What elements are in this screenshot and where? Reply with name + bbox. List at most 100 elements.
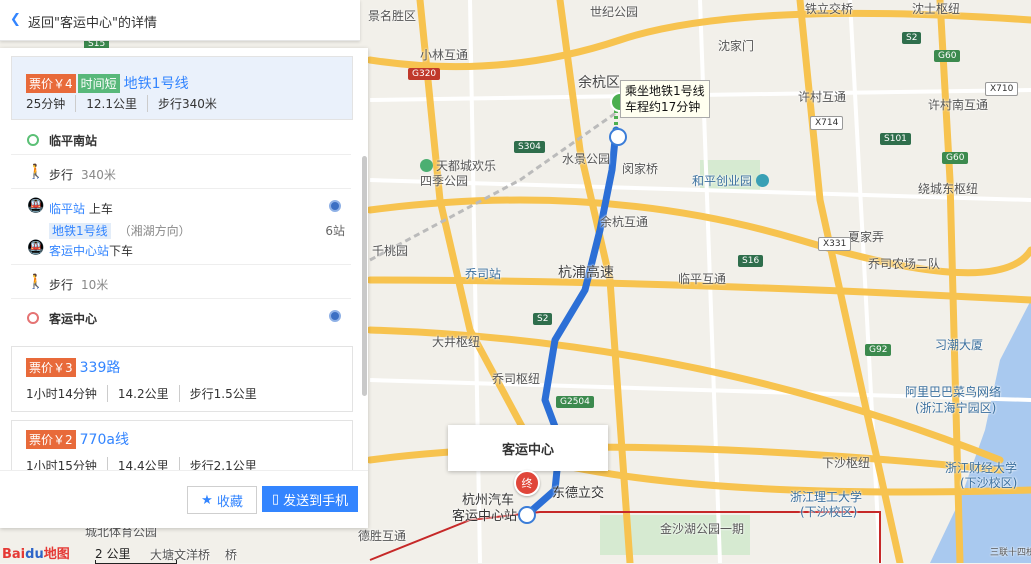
map-label: 东德立交: [552, 486, 605, 501]
destination-dot-icon: [27, 312, 39, 324]
map-label: 绕城东枢纽: [918, 182, 979, 196]
send-to-phone-button[interactable]: ▯ 发送到手机: [262, 486, 358, 512]
line-info: 地铁1号线 （湘湖方向）: [49, 222, 191, 239]
map-label-text: 和平创业园: [692, 174, 753, 188]
back-link[interactable]: 返回"客运中心"的详情: [28, 12, 157, 31]
origin-label: 临平南站: [49, 134, 98, 148]
road-shield: S101: [880, 133, 911, 145]
map-label: 金沙湖公园一期: [660, 522, 745, 536]
walk-label: 步行: [49, 168, 74, 182]
favorite-button[interactable]: ★ 收藏: [187, 486, 257, 514]
building-icon: [755, 174, 769, 187]
road-shield: G60: [942, 152, 969, 164]
map-label: 客运中心站: [452, 509, 518, 524]
scale-bar: [95, 560, 177, 564]
road-shield: S2: [902, 32, 922, 44]
map-scale: 2 公里: [95, 547, 131, 561]
metro-icon: 🚇: [27, 198, 45, 214]
map-label: 习潮大厦: [935, 338, 984, 352]
route-steps: 临平南站 🚶 步行 340米 🚇 临平站 上车 地铁1号线 （湘湖方向） 6站 🚇 …: [11, 120, 351, 340]
callout-line: 乘坐地铁1号线: [625, 84, 705, 98]
route-name[interactable]: 339路: [80, 357, 121, 377]
road-shield: S304: [514, 141, 545, 153]
route-header: 票价￥2 770a线: [26, 429, 129, 449]
location-pin-icon[interactable]: [329, 200, 341, 212]
alight-station[interactable]: 客运中心站: [49, 244, 109, 258]
map-label: 杭浦高速: [558, 265, 614, 281]
road-shield: G92: [865, 344, 892, 356]
map-label: 和平创业园: [692, 172, 772, 189]
road-shield: G60: [934, 50, 961, 62]
stop-count: 6站: [325, 224, 345, 238]
baidu-map-logo[interactable]: Baidu地图: [2, 543, 70, 562]
logo-text: 地图: [43, 547, 70, 562]
route-summary: 1小时14分钟 14.2公里 步行1.5公里: [26, 385, 267, 402]
map-label: 临平互通: [678, 272, 727, 286]
map-label: 四季公园: [420, 174, 469, 188]
destination-label: 客运中心: [49, 312, 98, 326]
end-marker[interactable]: 终: [514, 470, 540, 496]
map-label: 闵家桥: [622, 162, 659, 176]
divider: [11, 154, 351, 155]
metro-icon: 🚇: [27, 240, 45, 256]
route-option-1[interactable]: 票价￥4 时间短 地铁1号线 25分钟 12.1公里 步行340米: [11, 56, 353, 120]
origin-dot-icon: [27, 134, 39, 146]
map-label: (浙江海宁园区): [915, 401, 997, 415]
route-option-2[interactable]: 票价￥3 339路 1小时14分钟 14.2公里 步行1.5公里: [11, 346, 353, 412]
road-shield: S16: [738, 255, 764, 267]
map-label: 世纪公园: [590, 5, 639, 19]
price-tag: 票价￥2: [26, 429, 76, 449]
back-bar[interactable]: ❮ 返回"客运中心"的详情: [0, 0, 360, 41]
board-station[interactable]: 临平站: [49, 202, 85, 216]
map-label: 德胜互通: [358, 529, 407, 543]
map-label: 景名胜区: [368, 9, 417, 23]
route-header: 票价￥4 时间短 地铁1号线: [26, 73, 189, 93]
route-name[interactable]: 地铁1号线: [124, 73, 189, 93]
road-shield: X710: [985, 82, 1019, 96]
divider: [11, 264, 351, 265]
map-label: 大井枢纽: [432, 335, 481, 349]
walk-step: 步行 10米: [49, 276, 108, 293]
road-shield: G320: [408, 68, 441, 80]
phone-icon: ▯: [271, 491, 280, 507]
map-label: 阿里巴巴菜鸟网络: [905, 385, 1002, 399]
road-shield: S2: [533, 313, 553, 325]
map-label: 铁立交桥: [805, 2, 854, 16]
road-shield: G2504: [556, 396, 594, 408]
favorite-label: 收藏: [216, 494, 243, 510]
alight-action: 下车: [109, 244, 134, 258]
route-walk: 步行340米: [147, 95, 227, 112]
route-distance: 14.2公里: [106, 385, 179, 402]
panel-scrollbar[interactable]: [362, 156, 367, 396]
walk-label: 步行: [49, 278, 74, 292]
board-step: 临平站 上车: [49, 200, 113, 217]
walk-icon: 🚶: [27, 164, 45, 180]
alight-step: 客运中心站下车: [49, 242, 133, 259]
route-header: 票价￥3 339路: [26, 357, 120, 377]
map-label: 乔司农场二队: [868, 257, 941, 271]
route-name[interactable]: 770a线: [80, 429, 129, 449]
board-action: 上车: [88, 202, 113, 216]
route-panel: 票价￥4 时间短 地铁1号线 25分钟 12.1公里 步行340米 临平南站 🚶…: [0, 48, 368, 528]
destination-popup[interactable]: 客运中心: [448, 425, 608, 471]
map-label: 沈家门: [718, 39, 755, 53]
map-label: 夏家弄: [848, 230, 885, 244]
map-label: 许村南互通: [928, 98, 989, 112]
line-name[interactable]: 地铁1号线: [49, 223, 111, 239]
callout-line: 车程约17分钟: [625, 100, 701, 114]
chevron-left-icon[interactable]: ❮: [10, 12, 21, 27]
metro-station-icon[interactable]: [609, 128, 627, 146]
logo-text: Bai: [2, 547, 26, 562]
logo-text: du: [25, 547, 44, 562]
walk-distance: 10米: [81, 278, 109, 292]
location-pin-icon[interactable]: [329, 310, 341, 322]
metro-station-icon[interactable]: [518, 506, 536, 524]
route-walk: 步行1.5公里: [178, 385, 267, 402]
divider: [11, 188, 351, 189]
route-duration: 1小时14分钟: [26, 387, 97, 401]
park-icon: [420, 159, 433, 172]
time-tag: 时间短: [77, 73, 120, 93]
price-tag: 票价￥4: [26, 73, 76, 93]
divider: [11, 298, 351, 299]
price-tag: 票价￥3: [26, 357, 76, 377]
